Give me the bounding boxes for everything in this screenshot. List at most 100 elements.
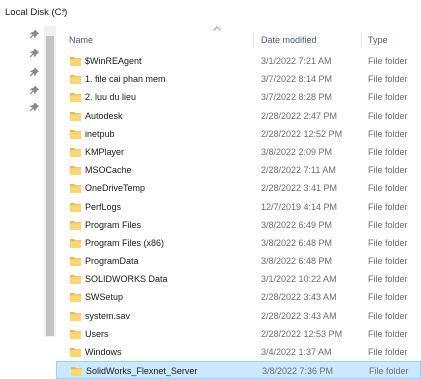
- column-type-header[interactable]: Type: [368, 35, 388, 45]
- file-type: File folder: [368, 183, 408, 194]
- file-row[interactable]: $WinREAgent 3/1/2022 7:21 AM File folder: [56, 52, 421, 70]
- file-date-modified: 3/8/2022 7:36 PM: [262, 366, 334, 377]
- file-name: 2. luu du lieu: [85, 92, 137, 103]
- file-date-modified: 2/28/2022 3:43 AM: [261, 292, 337, 303]
- file-row[interactable]: Users 2/28/2022 12:53 PM File folder: [56, 325, 421, 343]
- file-row[interactable]: MSOCache 2/28/2022 7:11 AM File folder: [56, 161, 421, 179]
- pin-icon[interactable]: [30, 68, 40, 78]
- file-date-modified: 2/28/2022 7:11 AM: [261, 165, 336, 176]
- file-date-modified: 3/7/2022 8:14 PM: [261, 74, 333, 85]
- file-type: File folder: [369, 366, 409, 377]
- folder-icon: [70, 202, 81, 212]
- file-date-modified: 3/8/2022 6:48 PM: [261, 237, 333, 248]
- column-divider[interactable]: [361, 32, 362, 48]
- file-row[interactable]: Autodesk 2/28/2022 2:47 PM File folder: [56, 107, 421, 125]
- file-name: system.sav: [85, 310, 131, 321]
- file-date-modified: 3/8/2022 6:48 PM: [261, 256, 333, 267]
- folder-icon: [70, 329, 81, 339]
- file-type: File folder: [368, 56, 408, 66]
- file-name: Windows: [85, 347, 122, 357]
- address-bar[interactable]: Local Disk (C:) ›: [0, 0, 421, 27]
- file-type: File folder: [368, 237, 408, 248]
- column-name-header[interactable]: Name: [69, 35, 93, 45]
- chevron-right-icon[interactable]: ›: [62, 5, 65, 16]
- file-name: inetpub: [85, 128, 115, 139]
- file-name: PerfLogs: [85, 201, 122, 212]
- file-type: File folder: [368, 128, 408, 139]
- file-type: File folder: [368, 292, 408, 303]
- folder-icon: [70, 292, 81, 303]
- folder-icon: [71, 366, 82, 377]
- file-date-modified: 2/28/2022 12:53 PM: [261, 328, 343, 339]
- folder-icon: [70, 183, 81, 194]
- pin-icon[interactable]: [30, 30, 40, 40]
- file-date-modified: 3/8/2022 2:09 PM: [261, 146, 333, 157]
- folder-icon: [70, 74, 81, 85]
- file-date-modified: 2/28/2022 3:43 AM: [261, 310, 337, 321]
- file-type: File folder: [368, 165, 408, 176]
- file-row[interactable]: system.sav 2/28/2022 3:43 AM File folder: [56, 307, 421, 325]
- file-name: SWSetup: [85, 292, 124, 303]
- file-row[interactable]: 1. file cai phan mem 3/7/2022 8:14 PM Fi…: [56, 70, 421, 88]
- file-type: File folder: [368, 310, 408, 321]
- file-date-modified: 12/7/2019 4:14 PM: [261, 201, 338, 212]
- file-row[interactable]: 2. luu du lieu 3/7/2022 8:28 PM File fol…: [56, 88, 421, 106]
- file-name: KMPlayer: [85, 146, 125, 157]
- file-row[interactable]: SOLIDWORKS Data 3/1/2022 10:22 AM File f…: [56, 270, 421, 288]
- file-rows: $WinREAgent 3/1/2022 7:21 AM File folder…: [56, 52, 421, 379]
- file-type: File folder: [368, 347, 408, 357]
- file-name: MSOCache: [85, 165, 132, 176]
- file-name: Users: [85, 328, 109, 339]
- file-name: Autodesk: [85, 110, 123, 121]
- file-row[interactable]: SWSetup 2/28/2022 3:43 AM File folder: [56, 288, 421, 306]
- nav-scrollbar-thumb[interactable]: [46, 36, 54, 336]
- file-type: File folder: [368, 146, 408, 157]
- file-name: Program Files (x86): [85, 237, 165, 248]
- folder-icon: [70, 165, 81, 176]
- file-type: File folder: [368, 74, 408, 85]
- folder-icon: [70, 111, 81, 121]
- folder-icon: [70, 238, 81, 248]
- file-type: File folder: [368, 110, 408, 121]
- folder-icon: [70, 347, 81, 357]
- file-date-modified: 3/8/2022 6:49 PM: [261, 219, 333, 230]
- file-list[interactable]: Name Date modified Type $WinREAgent 3/1/…: [56, 26, 421, 379]
- column-header: Name Date modified Type: [56, 32, 421, 48]
- file-date-modified: 3/7/2022 8:28 PM: [261, 92, 333, 103]
- folder-icon: [70, 311, 81, 321]
- file-name: ProgramData: [85, 256, 139, 267]
- file-row[interactable]: Program Files (x86) 3/8/2022 6:48 PM Fil…: [56, 234, 421, 252]
- file-name: OneDriveTemp: [85, 183, 146, 194]
- column-date-header[interactable]: Date modified: [261, 35, 317, 45]
- file-name: Program Files: [85, 219, 142, 230]
- file-name: $WinREAgent: [85, 56, 142, 66]
- pin-icon[interactable]: [30, 49, 40, 59]
- file-type: File folder: [368, 328, 408, 339]
- file-type: File folder: [368, 201, 408, 212]
- file-date-modified: 2/28/2022 2:47 PM: [261, 110, 338, 121]
- file-type: File folder: [368, 219, 408, 230]
- file-date-modified: 3/1/2022 10:22 AM: [261, 274, 337, 285]
- file-type: File folder: [368, 256, 408, 267]
- pin-icon[interactable]: [30, 103, 40, 113]
- file-name: SOLIDWORKS Data: [85, 274, 168, 285]
- folder-icon: [70, 220, 81, 230]
- file-name: 1. file cai phan mem: [85, 74, 166, 85]
- file-type: File folder: [368, 274, 408, 285]
- navigation-pane: [0, 26, 44, 337]
- file-row[interactable]: ProgramData 3/8/2022 6:48 PM File folder: [56, 252, 421, 270]
- folder-icon: [70, 129, 81, 139]
- file-row[interactable]: SolidWorks_Flexnet_Server 3/8/2022 7:36 …: [56, 361, 421, 379]
- file-date-modified: 3/4/2022 1:37 AM: [261, 347, 332, 357]
- file-row[interactable]: Windows 3/4/2022 1:37 AM File folder: [56, 343, 421, 361]
- column-divider[interactable]: [253, 32, 254, 48]
- breadcrumb-location[interactable]: Local Disk (C:): [5, 7, 67, 18]
- file-row[interactable]: KMPlayer 3/8/2022 2:09 PM File folder: [56, 143, 421, 161]
- nav-scrollbar[interactable]: [44, 26, 56, 337]
- file-row[interactable]: inetpub 2/28/2022 12:52 PM File folder: [56, 125, 421, 143]
- file-row[interactable]: OneDriveTemp 2/28/2022 3:41 PM File fold…: [56, 179, 421, 197]
- file-type: File folder: [368, 92, 408, 103]
- pin-icon[interactable]: [30, 86, 40, 96]
- file-row[interactable]: PerfLogs 12/7/2019 4:14 PM File folder: [56, 198, 421, 216]
- file-row[interactable]: Program Files 3/8/2022 6:49 PM File fold…: [56, 216, 421, 234]
